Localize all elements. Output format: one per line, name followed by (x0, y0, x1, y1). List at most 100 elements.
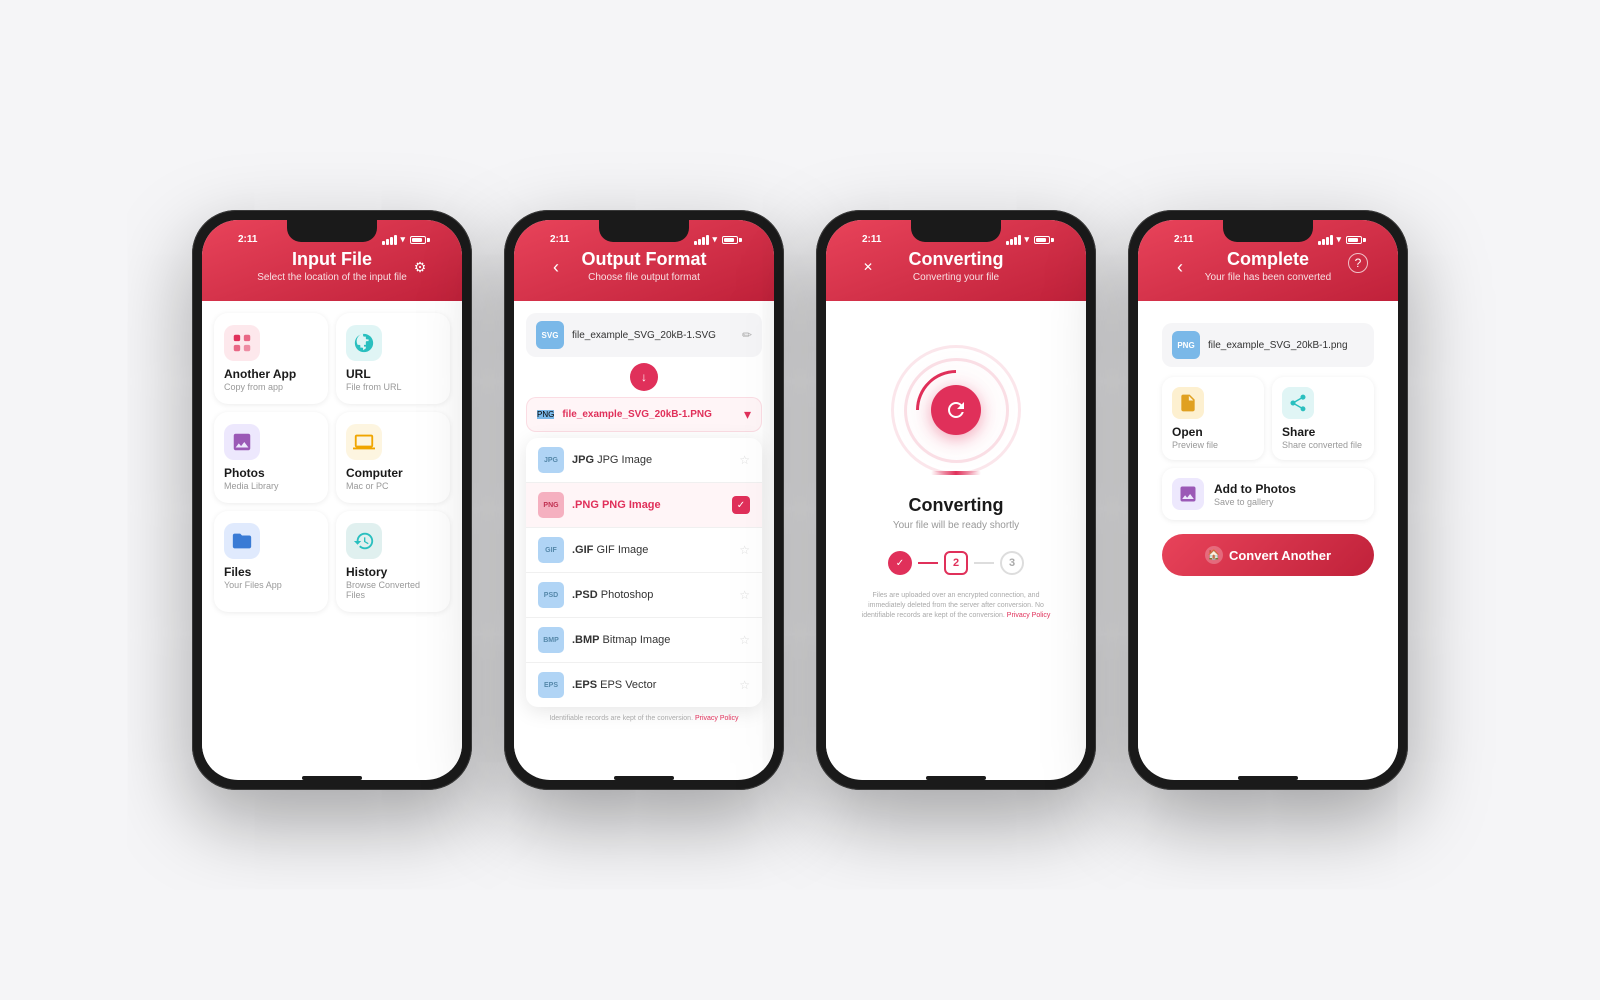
action-open[interactable]: Open Preview file (1162, 377, 1264, 460)
converting-subtitle: Your file will be ready shortly (893, 520, 1019, 531)
format-jpg[interactable]: JPG JPG JPG Image ☆ (526, 438, 762, 483)
wifi-3: ▾ (1024, 234, 1029, 245)
download-arrow: ↓ (630, 363, 658, 391)
step-line-1 (918, 562, 938, 564)
jpg-label: JPG JPG Image (572, 454, 731, 466)
edit-icon[interactable]: ✏ (742, 328, 752, 342)
signal-1 (382, 235, 397, 245)
format-png[interactable]: PNG .PNG PNG Image ✓ (526, 483, 762, 528)
option-photos[interactable]: Photos Media Library (214, 412, 328, 503)
history-subtitle: Browse Converted Files (346, 580, 440, 600)
settings-icon[interactable]: ⚙ (408, 255, 432, 279)
format-psd[interactable]: PSD .PSD Photoshop ☆ (526, 573, 762, 618)
photos-add-icon (1172, 478, 1204, 510)
share-icon (1282, 387, 1314, 419)
option-another-app[interactable]: Another App Copy from app (214, 313, 328, 404)
home-bar-1 (302, 776, 362, 780)
history-icon (346, 523, 382, 559)
share-subtitle: Share converted file (1282, 440, 1364, 450)
options-grid: Another App Copy from app URL File from … (214, 313, 450, 612)
gif-icon: GIF (538, 537, 564, 563)
phone-3: 2:11 ▾ ✕ Converting Converting your file (816, 210, 1096, 790)
output-file-row: PNG file_example_SVG_20kB-1.PNG ▾ (526, 397, 762, 432)
share-title: Share (1282, 425, 1364, 439)
converting-area: Converting Your file will be ready short… (838, 313, 1074, 758)
png-checked[interactable]: ✓ (732, 496, 750, 514)
wifi-2: ▾ (712, 234, 717, 245)
notch-2 (599, 220, 689, 242)
step3-num: 3 (1000, 551, 1024, 575)
gif-check: ☆ (739, 543, 750, 557)
input-filename: file_example_SVG_20kB-1.SVG (572, 330, 734, 341)
png-file-icon: PNG (537, 410, 554, 419)
add-photos-title: Add to Photos (1214, 482, 1296, 496)
back-icon-4[interactable]: ‹ (1168, 255, 1192, 279)
help-icon-4[interactable]: ? (1348, 253, 1368, 273)
another-app-icon (224, 325, 260, 361)
spinner (891, 345, 1021, 475)
url-title: URL (346, 367, 371, 381)
privacy-text-3: Files are uploaded over an encrypted con… (850, 591, 1062, 620)
gif-label: .GIF GIF Image (572, 544, 731, 556)
battery-2 (722, 236, 738, 244)
privacy-text-2: Identifiable records are kept of the con… (526, 715, 762, 722)
option-url[interactable]: URL File from URL (336, 313, 450, 404)
wifi-1: ▾ (400, 234, 405, 245)
phones-container: 2:11 ▾ ⚙ Input File Select the location … (192, 210, 1408, 790)
step-line-2 (974, 562, 994, 564)
computer-title: Computer (346, 466, 403, 480)
notch-4 (1223, 220, 1313, 242)
phone-2: 2:11 ▾ ‹ Output Format Choose file outpu… (504, 210, 784, 790)
notch-3 (911, 220, 1001, 242)
signal-3 (1006, 235, 1021, 245)
format-eps[interactable]: EPS .EPS EPS Vector ☆ (526, 663, 762, 707)
psd-label: .PSD Photoshop (572, 589, 731, 601)
action-share[interactable]: Share Share converted file (1272, 377, 1374, 460)
eps-icon: EPS (538, 672, 564, 698)
open-subtitle: Preview file (1172, 440, 1254, 450)
refresh-icon (931, 385, 981, 435)
option-computer[interactable]: Computer Mac or PC (336, 412, 450, 503)
open-title: Open (1172, 425, 1254, 439)
close-icon-3[interactable]: ✕ (856, 255, 880, 279)
output-filename: file_example_SVG_20kB-1.PNG (562, 409, 736, 420)
another-app-subtitle: Copy from app (224, 382, 283, 392)
phone2-content: SVG file_example_SVG_20kB-1.SVG ✏ ↓ PNG … (514, 301, 774, 770)
open-icon (1172, 387, 1204, 419)
add-photos-subtitle: Save to gallery (1214, 497, 1296, 507)
dropdown-arrow: ▾ (744, 406, 751, 423)
phone-1: 2:11 ▾ ⚙ Input File Select the location … (192, 210, 472, 790)
time-2: 2:11 (550, 234, 569, 245)
phone3-content: Converting Your file will be ready short… (826, 301, 1086, 770)
convert-another-button[interactable]: 🏠 Convert Another (1162, 534, 1374, 576)
format-gif[interactable]: GIF .GIF GIF Image ☆ (526, 528, 762, 573)
url-subtitle: File from URL (346, 382, 402, 392)
wifi-4: ▾ (1336, 234, 1341, 245)
converting-title: Converting (908, 495, 1003, 516)
result-file-icon: PNG (1172, 331, 1200, 359)
psd-check: ☆ (739, 588, 750, 602)
back-icon-2[interactable]: ‹ (544, 255, 568, 279)
files-subtitle: Your Files App (224, 580, 282, 590)
result-filename: file_example_SVG_20kB-1.png (1208, 340, 1364, 351)
signal-4 (1318, 235, 1333, 245)
bmp-check: ☆ (739, 633, 750, 647)
complete-area: PNG file_example_SVG_20kB-1.png Open Pre… (1150, 313, 1386, 586)
svg-file-icon: SVG (536, 321, 564, 349)
home-bar-4 (1238, 776, 1298, 780)
phone1-content: Another App Copy from app URL File from … (202, 301, 462, 770)
home-bar-2 (614, 776, 674, 780)
action-grid: Open Preview file Share Share converted … (1162, 377, 1374, 460)
format-list: JPG JPG JPG Image ☆ PNG .PNG PNG Image ✓… (526, 438, 762, 707)
png-icon: PNG (538, 492, 564, 518)
option-files[interactable]: Files Your Files App (214, 511, 328, 612)
format-bmp[interactable]: BMP .BMP Bitmap Image ☆ (526, 618, 762, 663)
step1-check: ✓ (888, 551, 912, 575)
computer-subtitle: Mac or PC (346, 481, 389, 491)
option-history[interactable]: History Browse Converted Files (336, 511, 450, 612)
battery-4 (1346, 236, 1362, 244)
bmp-icon: BMP (538, 627, 564, 653)
url-icon (346, 325, 382, 361)
files-title: Files (224, 565, 251, 579)
action-add-photos[interactable]: Add to Photos Save to gallery (1162, 468, 1374, 520)
